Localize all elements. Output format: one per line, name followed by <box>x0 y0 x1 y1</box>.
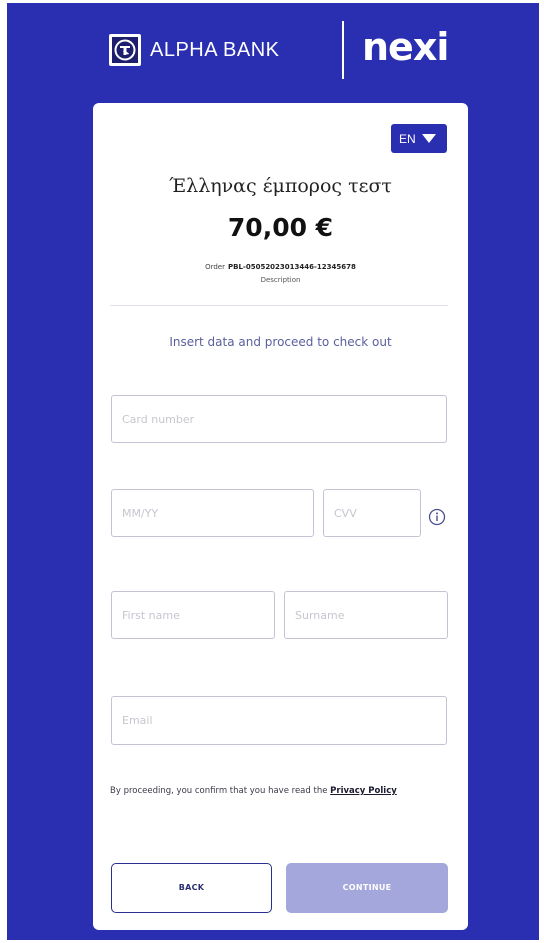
continue-button[interactable]: CONTINUE <box>286 863 448 913</box>
merchant-name: Έλληνας έμπορος τεστ <box>169 175 392 197</box>
language-label: EN <box>399 132 416 146</box>
logo-divider <box>342 21 344 79</box>
order-description: Description <box>260 276 301 284</box>
instruction-text: Insert data and proceed to check out <box>169 335 392 349</box>
divider <box>110 305 448 306</box>
email-input[interactable] <box>111 696 447 745</box>
privacy-notice-text: By proceeding, you confirm that you have… <box>110 786 328 796</box>
surname-input[interactable] <box>284 591 448 639</box>
card-number-input[interactable] <box>111 395 447 443</box>
payment-amount: 70,00 € <box>227 213 334 242</box>
privacy-notice: By proceeding, you confirm that you have… <box>110 778 455 804</box>
expiry-input[interactable] <box>111 489 314 537</box>
page: ALPHA BANK nexi EN Έλληνας έμπορος τεστ … <box>0 0 544 943</box>
alpha-bank-emblem-icon <box>109 34 141 66</box>
order-label: Order <box>205 263 225 271</box>
privacy-policy-link[interactable]: Privacy Policy <box>330 786 397 796</box>
payment-card: EN Έλληνας έμπορος τεστ 70,00 € Order PBL… <box>93 103 468 930</box>
order-line: Order PBL-05052023013446-12345678 <box>93 261 468 273</box>
nexi-logo: nexi <box>362 25 449 69</box>
header-logos: ALPHA BANK nexi <box>109 20 449 80</box>
back-button[interactable]: BACK <box>111 863 272 913</box>
alpha-bank-logo-text: ALPHA BANK <box>150 39 280 61</box>
cvv-input[interactable] <box>323 489 421 537</box>
language-selector[interactable]: EN <box>391 124 447 153</box>
order-id: PBL-05052023013446-12345678 <box>228 263 356 271</box>
info-circle-icon[interactable] <box>428 508 446 526</box>
caret-down-icon <box>422 134 436 143</box>
first-name-input[interactable] <box>111 591 275 639</box>
